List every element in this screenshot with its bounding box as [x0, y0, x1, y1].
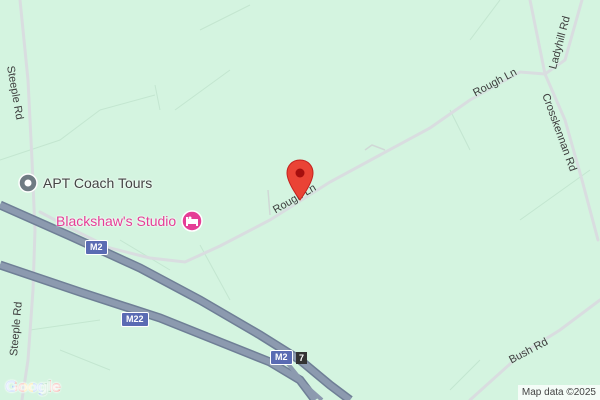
m2-motorway: [0, 200, 353, 400]
motorways: [0, 200, 353, 400]
m2-shield-upper: M2: [85, 240, 108, 255]
m2-shield-lower: M2: [270, 350, 293, 365]
poi-studio-label: Blackshaw's Studio: [56, 213, 177, 229]
poi-apt-coach-tours[interactable]: APT Coach Tours: [18, 173, 152, 193]
pin-circle-icon: [18, 173, 38, 193]
steeple-rd-road: [18, 0, 37, 400]
map-attribution[interactable]: Map data ©2025: [517, 385, 600, 400]
hotel-bed-icon: [181, 210, 203, 232]
map-canvas[interactable]: Rough Ln Rough Ln Steeple Rd Steeple Rd …: [0, 0, 600, 400]
red-map-pin-icon[interactable]: [285, 159, 315, 201]
google-logo-text: Google: [5, 377, 61, 396]
m22-shield: M22: [121, 312, 149, 327]
poi-apt-label: APT Coach Tours: [43, 175, 153, 191]
poi-blackshaws-studio[interactable]: Blackshaw's Studio: [56, 210, 203, 232]
google-logo[interactable]: Google: [5, 377, 61, 397]
northern-road: [528, 0, 547, 76]
junction-number: 7: [296, 352, 307, 364]
